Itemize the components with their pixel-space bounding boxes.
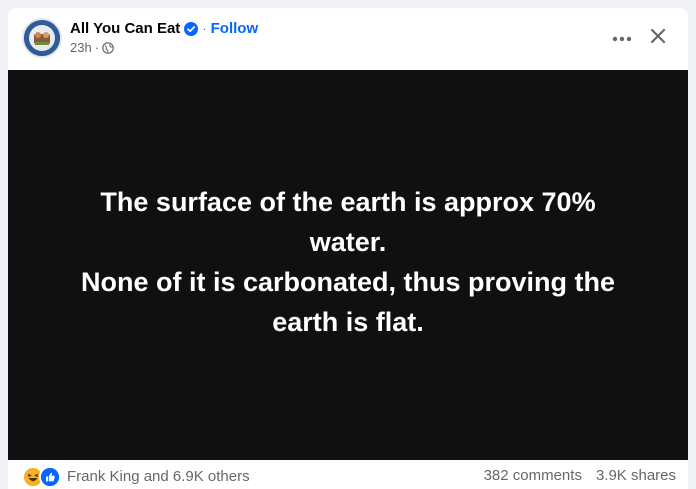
post-card: All You Can Eat · Follow 23h · The surfa… — [8, 8, 688, 489]
image-text-line: water. — [309, 227, 387, 257]
post-time[interactable]: 23h — [70, 40, 92, 56]
post-header: All You Can Eat · Follow 23h · — [8, 8, 688, 70]
like-icon — [39, 466, 61, 488]
close-icon — [650, 28, 666, 49]
image-text-line: None of it is carbonated, thus proving t… — [80, 267, 616, 297]
close-button[interactable] — [640, 22, 676, 54]
reactions-text[interactable]: Frank King and 6.9K others — [67, 467, 250, 487]
engagement-counts: 382 comments 3.9K shares — [484, 466, 676, 486]
verified-badge-icon — [184, 22, 199, 36]
time-separator: · — [94, 40, 100, 55]
separator-dot: · — [202, 21, 207, 36]
page-avatar[interactable] — [22, 18, 62, 58]
image-text-line: earth is flat. — [272, 307, 424, 337]
post-footer: Frank King and 6.9K others 382 comments … — [8, 460, 688, 489]
reactions-summary[interactable]: Frank King and 6.9K others — [22, 466, 250, 488]
name-row: All You Can Eat · Follow — [70, 20, 258, 38]
more-options-button[interactable] — [604, 22, 640, 54]
comments-count[interactable]: 382 comments — [484, 466, 582, 486]
post-meta: 23h · — [70, 40, 114, 56]
more-horizontal-icon — [612, 29, 632, 47]
shares-count[interactable]: 3.9K shares — [596, 466, 676, 486]
image-text-line: The surface of the earth is approx 70% — [100, 187, 596, 217]
globe-icon — [102, 42, 114, 54]
post-image[interactable]: The surface of the earth is approx 70% w… — [8, 70, 688, 460]
follow-button[interactable]: Follow — [211, 20, 259, 38]
page-name[interactable]: All You Can Eat — [70, 20, 180, 38]
image-text: The surface of the earth is approx 70% w… — [48, 182, 648, 342]
